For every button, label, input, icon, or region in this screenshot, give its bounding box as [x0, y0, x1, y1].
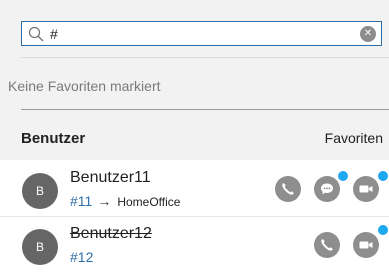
- user-details: #12: [70, 249, 93, 265]
- phone-icon: [282, 183, 294, 195]
- search-icon: [28, 26, 44, 42]
- call-button[interactable]: [314, 232, 340, 258]
- video-call-button[interactable]: [353, 232, 379, 258]
- user-row[interactable]: B Benutzer11 #11 → HomeOffice: [0, 164, 389, 216]
- video-camera-icon: [359, 241, 373, 249]
- user-details: #11 → HomeOffice: [70, 193, 180, 209]
- divider: [21, 57, 389, 58]
- video-call-button[interactable]: [353, 176, 379, 202]
- notification-badge: [377, 170, 389, 182]
- chat-button[interactable]: [314, 176, 340, 202]
- favorites-column-header[interactable]: Favoriten: [325, 130, 383, 146]
- users-column-header: Benutzer: [21, 130, 86, 147]
- row-divider: [0, 216, 389, 217]
- user-row[interactable]: B Benutzer12 #12: [0, 220, 389, 272]
- no-favorites-text: Keine Favoriten markiert: [8, 78, 161, 94]
- video-camera-icon: [359, 185, 373, 193]
- chat-icon: [321, 183, 333, 195]
- user-name: Benutzer11: [70, 169, 151, 186]
- avatar: B: [22, 229, 58, 265]
- phone-icon: [321, 239, 333, 251]
- clear-search-button[interactable]: ✕: [360, 26, 376, 42]
- search-box[interactable]: ✕: [21, 21, 382, 46]
- user-number: #11: [70, 193, 93, 209]
- call-button[interactable]: [275, 176, 301, 202]
- avatar: B: [22, 173, 58, 209]
- arrow-icon: →: [97, 193, 112, 209]
- divider: [21, 109, 389, 110]
- user-number: #12: [70, 249, 94, 265]
- user-status: HomeOffice: [117, 195, 181, 209]
- notification-badge: [337, 170, 349, 182]
- top-area: ✕ Keine Favoriten markiert Benutzer Favo…: [0, 0, 389, 160]
- notification-badge: [377, 224, 389, 236]
- search-input[interactable]: [50, 24, 350, 43]
- user-name: Benutzer12: [70, 225, 152, 242]
